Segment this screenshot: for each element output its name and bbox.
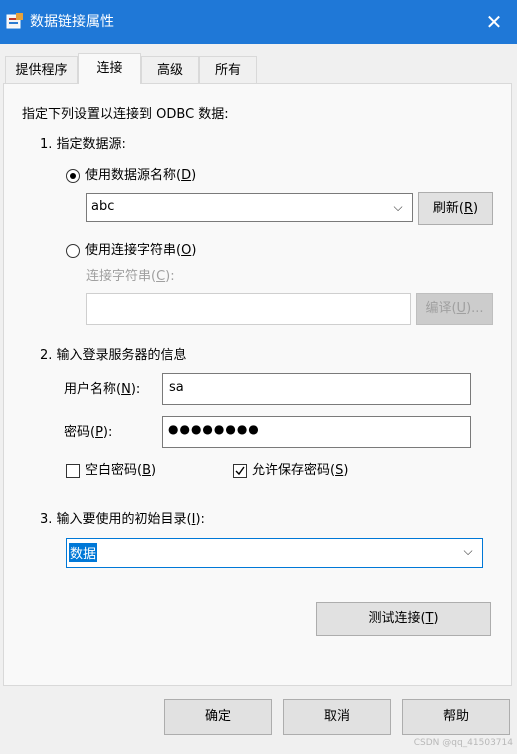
title-bar: 数据链接属性 ✕ — [0, 0, 517, 44]
close-icon[interactable]: ✕ — [471, 0, 517, 44]
username-label: 用户名称(N): — [64, 382, 141, 397]
ok-button[interactable]: 确定 — [164, 699, 272, 735]
intro-text: 指定下列设置以连接到 ODBC 数据: — [22, 107, 229, 122]
tab-all[interactable]: 所有 — [199, 56, 257, 83]
username-input[interactable]: sa — [162, 373, 471, 405]
step3-heading: 3. 输入要使用的初始目录(I): — [40, 512, 205, 527]
catalog-value: 数据 — [69, 543, 98, 562]
connection-string-input[interactable] — [86, 293, 411, 325]
connection-string-label: 连接字符串(C): — [86, 269, 175, 284]
password-input[interactable]: ●●●●●●●● — [162, 416, 471, 448]
help-button[interactable]: 帮助 — [402, 699, 510, 735]
allow-save-password-checkbox[interactable] — [233, 464, 247, 478]
dsn-combobox[interactable]: abc ⌵ — [86, 193, 413, 222]
tab-connection[interactable]: 连接 — [78, 53, 141, 84]
blank-password-checkbox[interactable] — [66, 464, 80, 478]
chevron-down-icon[interactable]: ⌵ — [388, 200, 408, 215]
radio-selected-dot — [70, 173, 76, 179]
refresh-button[interactable]: 刷新(R) — [418, 192, 493, 225]
password-mask: ●●●●●●●● — [168, 422, 260, 436]
step2-heading: 2. 输入登录服务器的信息 — [40, 348, 187, 363]
allow-save-password-label[interactable]: 允许保存密码(S) — [252, 462, 348, 480]
use-dsn-radio[interactable] — [66, 169, 80, 183]
tab-advanced[interactable]: 高级 — [141, 56, 199, 83]
dsn-value: abc — [91, 199, 115, 214]
blank-password-label[interactable]: 空白密码(B) — [85, 462, 156, 480]
username-value: sa — [169, 380, 184, 395]
test-connection-button[interactable]: 测试连接(T) — [316, 602, 491, 636]
data-link-app-icon — [6, 12, 24, 30]
use-connection-string-radio[interactable] — [66, 244, 80, 258]
use-connection-string-label[interactable]: 使用连接字符串(O) — [85, 242, 196, 260]
step1-heading: 1. 指定数据源: — [40, 137, 126, 152]
window-title: 数据链接属性 — [30, 14, 114, 30]
checkmark-icon — [235, 466, 245, 476]
chevron-down-icon[interactable]: ⌵ — [458, 544, 478, 559]
initial-catalog-combobox[interactable]: 数据 ⌵ — [66, 538, 483, 568]
cancel-button[interactable]: 取消 — [283, 699, 391, 735]
watermark: CSDN @qq_41503714 — [413, 738, 513, 748]
use-dsn-label[interactable]: 使用数据源名称(D) — [85, 167, 196, 185]
password-label: 密码(P): — [64, 425, 113, 440]
build-button[interactable]: 编译(U)... — [416, 293, 493, 325]
tab-provider[interactable]: 提供程序 — [5, 56, 78, 83]
